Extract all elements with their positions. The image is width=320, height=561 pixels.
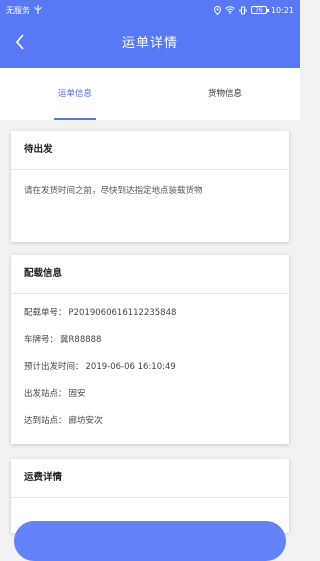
location-icon xyxy=(213,5,221,15)
usb-icon xyxy=(34,4,42,16)
row-value: P2019060616112235848 xyxy=(68,308,177,318)
status-hint-text: 请在发货时间之前，尽快到达指定地点装载货物 xyxy=(24,186,203,196)
battery-icon: 76 xyxy=(250,6,269,14)
carrier-text: 无服务 xyxy=(6,5,30,15)
load-row-number: 配载单号： P2019060616112235848 xyxy=(24,300,276,327)
status-right: 76 10:21 xyxy=(213,5,294,15)
load-card-title: 配载信息 xyxy=(11,255,289,294)
bottom-action-button[interactable] xyxy=(14,521,286,561)
row-value: 冀R88888 xyxy=(60,335,102,345)
page-title: 运单详情 xyxy=(121,36,178,51)
load-row-origin: 出发站点： 固安 xyxy=(24,381,276,408)
status-time: 10:21 xyxy=(270,5,294,15)
status-card-body: 请在发货时间之前，尽快到达指定地点装载货物 xyxy=(11,170,289,198)
load-row-destination: 达到站点： 廊坊安次 xyxy=(24,408,276,435)
vibrate-icon xyxy=(239,6,247,15)
load-row-departure-time: 预计出发时间： 2019-06-06 16:10:49 xyxy=(24,354,276,381)
wifi-icon xyxy=(225,6,235,14)
status-bar: 无服务 76 10:21 xyxy=(0,0,300,20)
row-value: 廊坊安次 xyxy=(68,416,103,426)
status-left: 无服务 xyxy=(6,4,42,16)
load-card-body: 配载单号： P2019060616112235848 车牌号： 冀R88888 … xyxy=(11,294,289,435)
row-label: 达到站点： xyxy=(24,416,67,426)
tab-cargo-info[interactable]: 货物信息 xyxy=(150,68,300,120)
load-row-plate: 车牌号： 冀R88888 xyxy=(24,327,276,354)
nav-bar: 运单详情 xyxy=(0,20,300,68)
tab-waybill-info[interactable]: 运单信息 xyxy=(0,68,150,120)
row-value: 固安 xyxy=(68,389,86,399)
row-label: 配载单号： xyxy=(24,308,67,318)
row-label: 车牌号： xyxy=(24,335,59,345)
status-card-title: 待出发 xyxy=(11,131,289,170)
row-label: 预计出发时间： xyxy=(24,362,84,372)
row-value: 2019-06-06 16:10:49 xyxy=(85,362,176,372)
row-label: 出发站点： xyxy=(24,389,67,399)
tab-bar: 运单信息 货物信息 xyxy=(0,68,300,120)
status-card: 待出发 请在发货时间之前，尽快到达指定地点装载货物 xyxy=(11,131,289,242)
fee-card-title: 运费详情 xyxy=(11,459,289,498)
load-info-card: 配载信息 配载单号： P2019060616112235848 车牌号： 冀R8… xyxy=(11,255,289,444)
